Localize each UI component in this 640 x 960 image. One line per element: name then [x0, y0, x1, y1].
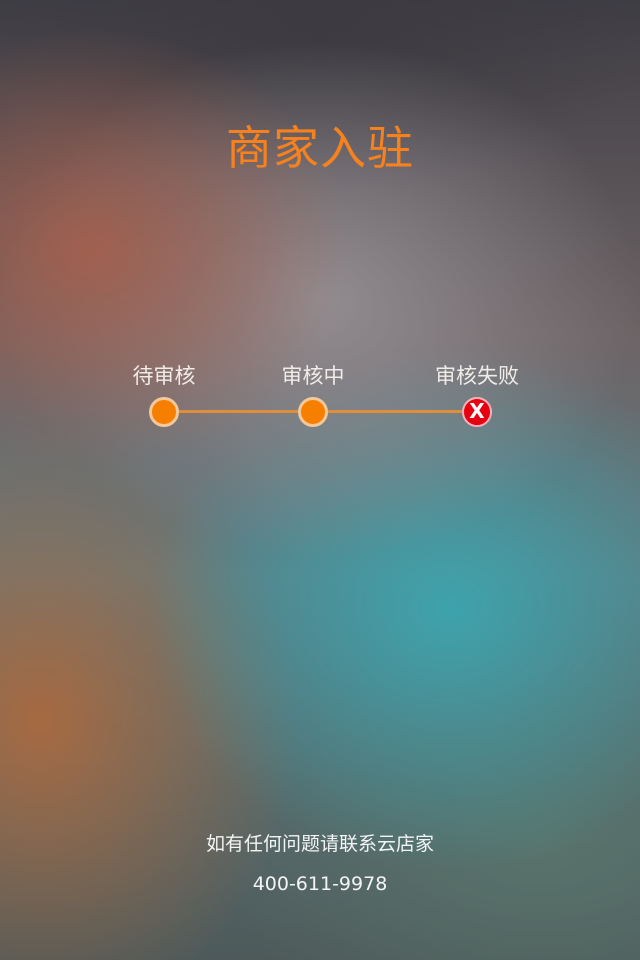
- step-reviewing-label: 审核中: [281, 364, 345, 388]
- page-title: 商家入驻: [226, 121, 414, 175]
- close-icon: X: [462, 397, 492, 427]
- contact-text: 如有任何问题请联系云店家: [205, 833, 434, 855]
- step-pending-dot: [149, 397, 179, 427]
- contact-info: 如有任何问题请联系云店家 400-611-9978: [0, 828, 640, 900]
- contact-phone-link[interactable]: 400-611-9978: [0, 868, 640, 900]
- step-pending-label: 待审核: [132, 364, 196, 388]
- step-reviewing-dot: [298, 397, 328, 427]
- step-failed-label: 审核失败: [435, 364, 519, 388]
- step-pending: 待审核: [94, 360, 234, 427]
- review-progress: 待审核 审核中 审核失败 X: [0, 360, 640, 440]
- step-failed: 审核失败 X: [407, 360, 547, 427]
- step-reviewing: 审核中: [243, 360, 383, 427]
